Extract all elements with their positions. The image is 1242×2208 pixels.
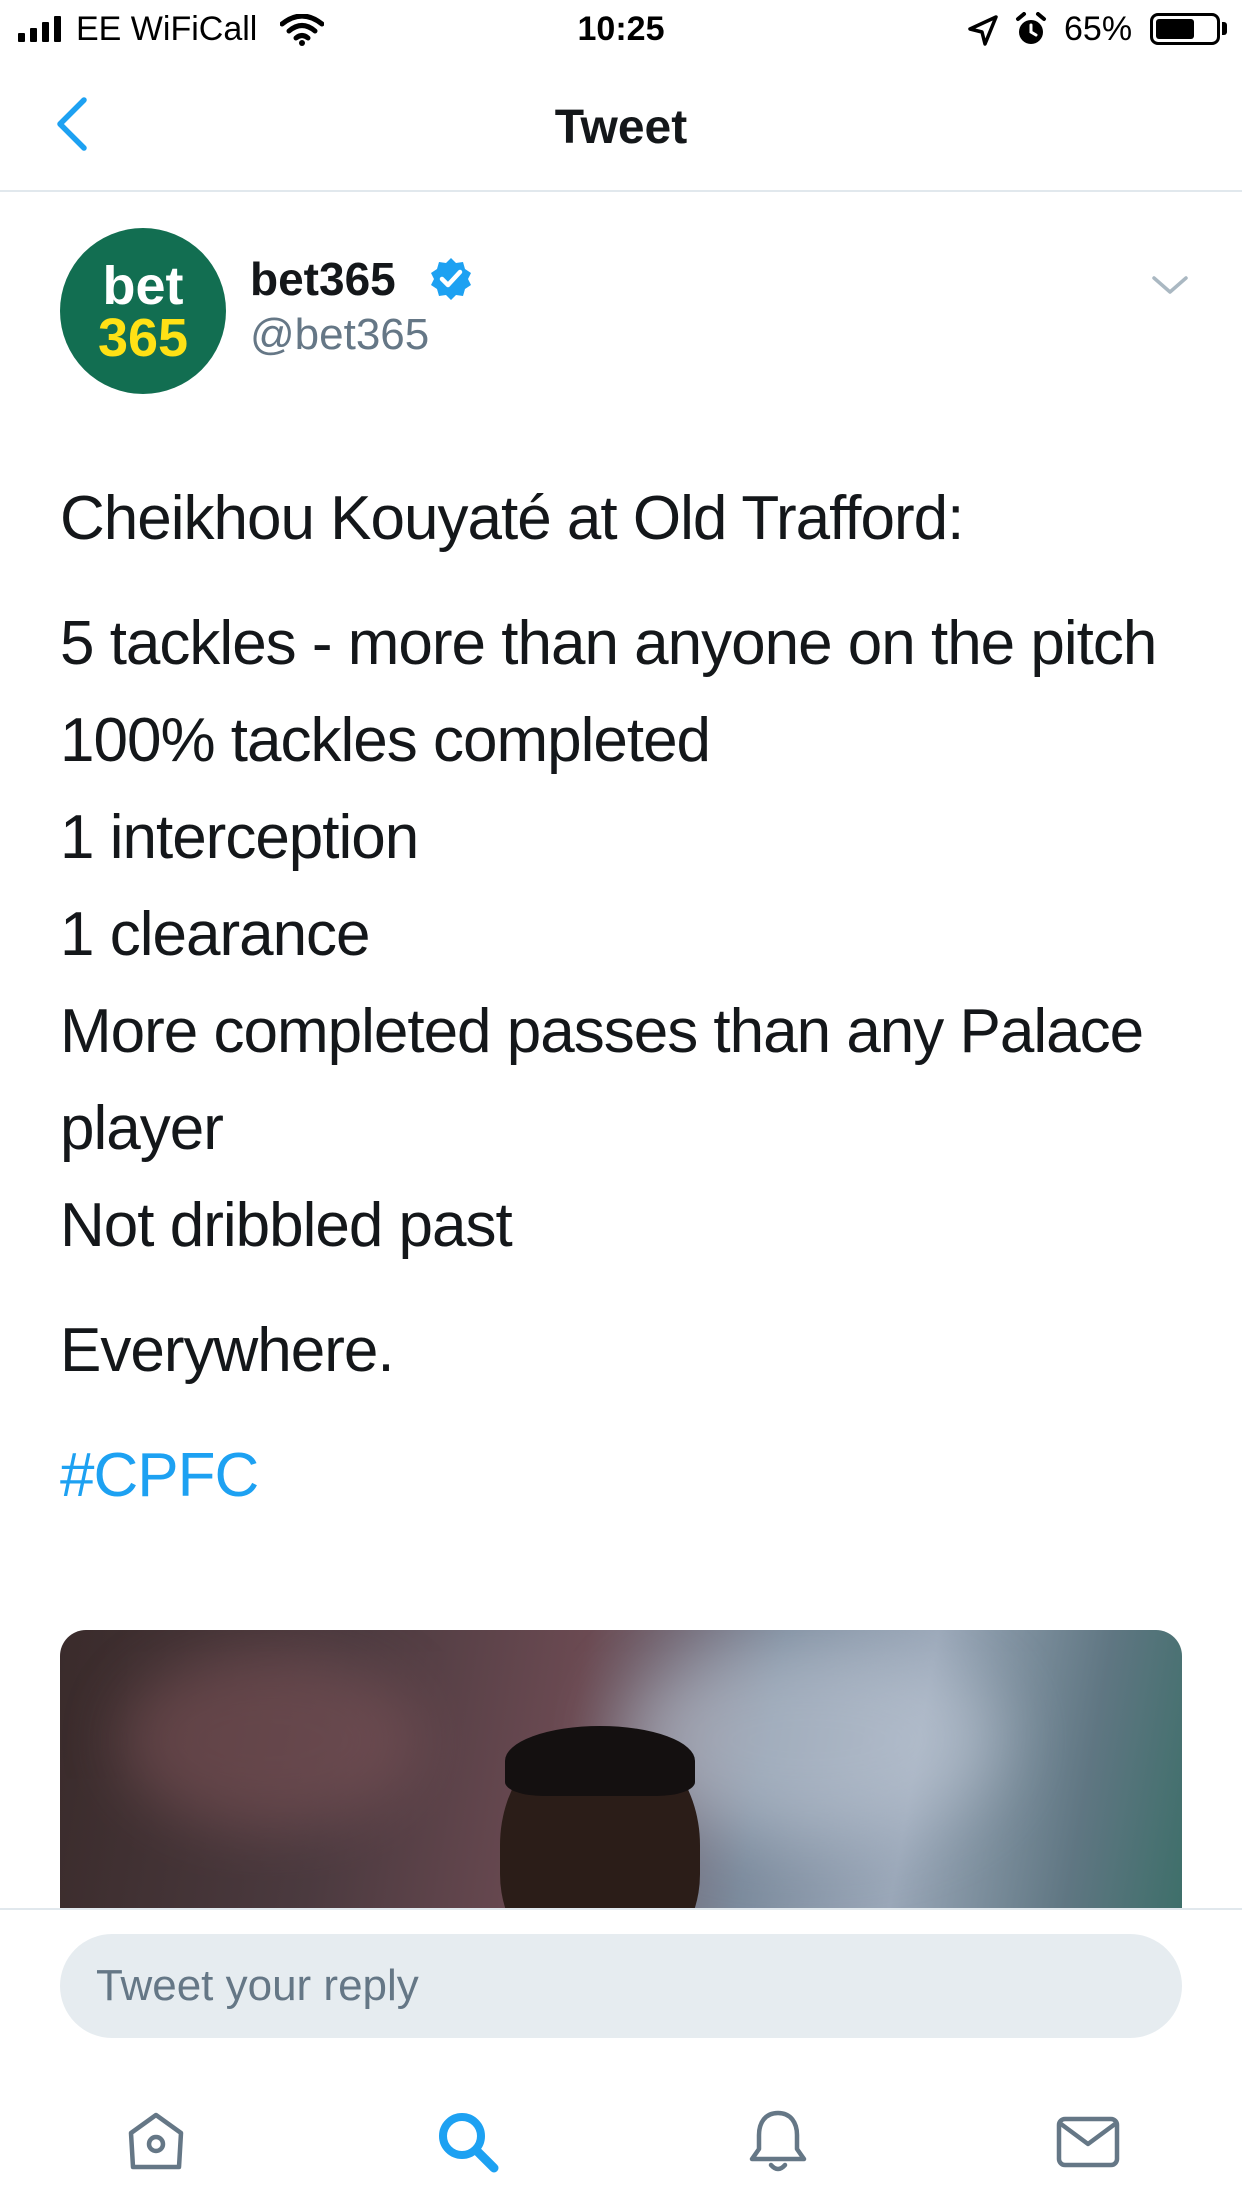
reply-input[interactable]: [60, 1934, 1182, 2038]
navigation-bar: Tweet: [0, 64, 1242, 192]
messages-icon: [1056, 2116, 1120, 2168]
notifications-icon: [749, 2110, 807, 2172]
avatar-logo-line2: 365: [97, 308, 189, 368]
user-handle[interactable]: @bet365: [250, 310, 429, 360]
search-icon: [439, 2113, 499, 2173]
tweet-text: Cheikhou Kouyaté at Old Trafford: 5 tack…: [60, 470, 1190, 1524]
tab-messages[interactable]: [1048, 2102, 1128, 2182]
avatar[interactable]: bet 365: [60, 228, 226, 394]
page-title: Tweet: [554, 101, 688, 154]
verified-badge-icon: [431, 258, 471, 300]
chevron-down-icon[interactable]: [1150, 270, 1190, 300]
tweet-paragraph: Cheikhou Kouyaté at Old Trafford:: [60, 484, 964, 553]
photo-player-hair: [505, 1726, 695, 1796]
tweet-paragraph: Everywhere.: [60, 1316, 395, 1385]
battery-level: [1156, 19, 1194, 39]
photo-background: [120, 1650, 420, 1830]
home-icon: [128, 2112, 184, 2170]
battery-icon: [1150, 13, 1220, 45]
avatar-logo-line1: bet: [102, 256, 184, 316]
tab-search[interactable]: [428, 2102, 508, 2182]
hashtag-link[interactable]: #CPFC: [60, 1427, 1190, 1524]
location-icon: [968, 15, 998, 46]
status-bar: EE WiFiCall 10:25 65%: [0, 0, 1242, 64]
tab-home[interactable]: [116, 2102, 196, 2182]
display-name[interactable]: bet365: [250, 252, 396, 306]
battery-cap: [1222, 22, 1227, 35]
alarm-icon: [1016, 12, 1046, 44]
tweet-photo[interactable]: [60, 1630, 1182, 1910]
status-time: 10:25: [577, 10, 665, 48]
tab-notifications[interactable]: [738, 2102, 818, 2182]
tweet-paragraph: 5 tackles - more than anyone on the pitc…: [60, 609, 1157, 1260]
battery-percent: 65%: [1064, 10, 1133, 48]
reply-bar: [0, 1908, 1242, 2208]
